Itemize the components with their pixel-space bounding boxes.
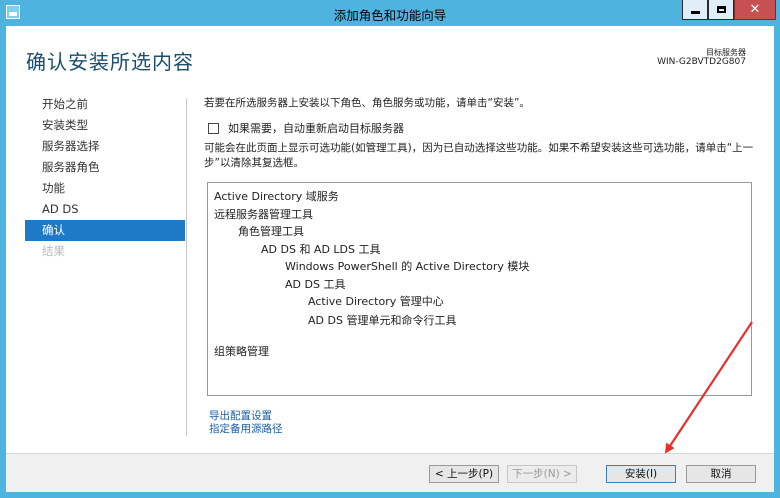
maximize-button[interactable] [708,0,734,20]
wizard-steps: 开始之前 安装类型 服务器选择 服务器角色 功能 AD DS 确认 结果 [25,94,185,262]
install-button[interactable]: 安装(I) [606,465,676,483]
alternate-source-link[interactable]: 指定备用源路径 [209,423,283,436]
steps-divider [186,98,187,436]
confirmation-content: 若要在所选服务器上安装以下角色、角色服务或功能，请单击“安装”。 如果需要，自动… [204,94,764,171]
list-item: 远程服务器管理工具 [214,208,313,221]
button-bar: < 上一步(P) 下一步(N) > 安装(I) 取消 [6,453,774,492]
maximize-icon [716,6,726,13]
list-item: 组策略管理 [214,345,269,358]
target-server-name: WIN-G2BVTD2G807 [657,57,746,67]
links-area: 导出配置设置 指定备用源路径 [209,410,283,436]
restart-option[interactable]: 如果需要，自动重新启动目标服务器 [208,120,764,136]
step-server-roles[interactable]: 服务器角色 [25,157,185,178]
list-item: AD DS 管理单元和命令行工具 [308,314,457,327]
minimize-button[interactable] [682,0,708,20]
selection-list[interactable]: Active Directory 域服务 远程服务器管理工具 角色管理工具 AD… [207,182,752,396]
title-bar: 添加角色和功能向导 ✕ [0,0,780,26]
next-button: 下一步(N) > [507,465,577,483]
restart-checkbox[interactable] [208,122,219,134]
step-server-selection[interactable]: 服务器选择 [25,136,185,157]
list-item: Active Directory 管理中心 [308,295,444,308]
optional-features-note: 可能会在此页面上显示可选功能(如管理工具)，因为已自动选择这些功能。如果不希望安… [204,142,754,169]
wizard-client: 确认安装所选内容 目标服务器 WIN-G2BVTD2G807 开始之前 安装类型… [6,26,774,492]
previous-button[interactable]: < 上一步(P) [429,465,499,483]
list-item: Windows PowerShell 的 Active Directory 模块 [285,260,530,273]
step-ad-ds[interactable]: AD DS [25,199,185,220]
cancel-button[interactable]: 取消 [686,465,756,483]
close-icon: ✕ [749,2,761,17]
minimize-icon [690,11,700,14]
export-settings-link[interactable]: 导出配置设置 [209,410,283,423]
window-title: 添加角色和功能向导 [333,8,447,23]
page-title: 确认安装所选内容 [26,50,194,74]
close-button[interactable]: ✕ [734,0,776,20]
step-results: 结果 [42,244,65,258]
intro-text: 若要在所选服务器上安装以下角色、角色服务或功能，请单击“安装”。 [204,97,530,109]
list-item: 角色管理工具 [238,225,304,238]
step-before-you-begin[interactable]: 开始之前 [25,94,185,115]
restart-checkbox-label[interactable]: 如果需要，自动重新启动目标服务器 [228,120,404,136]
list-item: AD DS 和 AD LDS 工具 [261,243,381,256]
step-confirmation[interactable]: 确认 [25,220,185,241]
step-installation-type[interactable]: 安装类型 [25,115,185,136]
list-item: AD DS 工具 [285,278,346,291]
step-features[interactable]: 功能 [25,178,185,199]
list-item: Active Directory 域服务 [214,190,339,203]
